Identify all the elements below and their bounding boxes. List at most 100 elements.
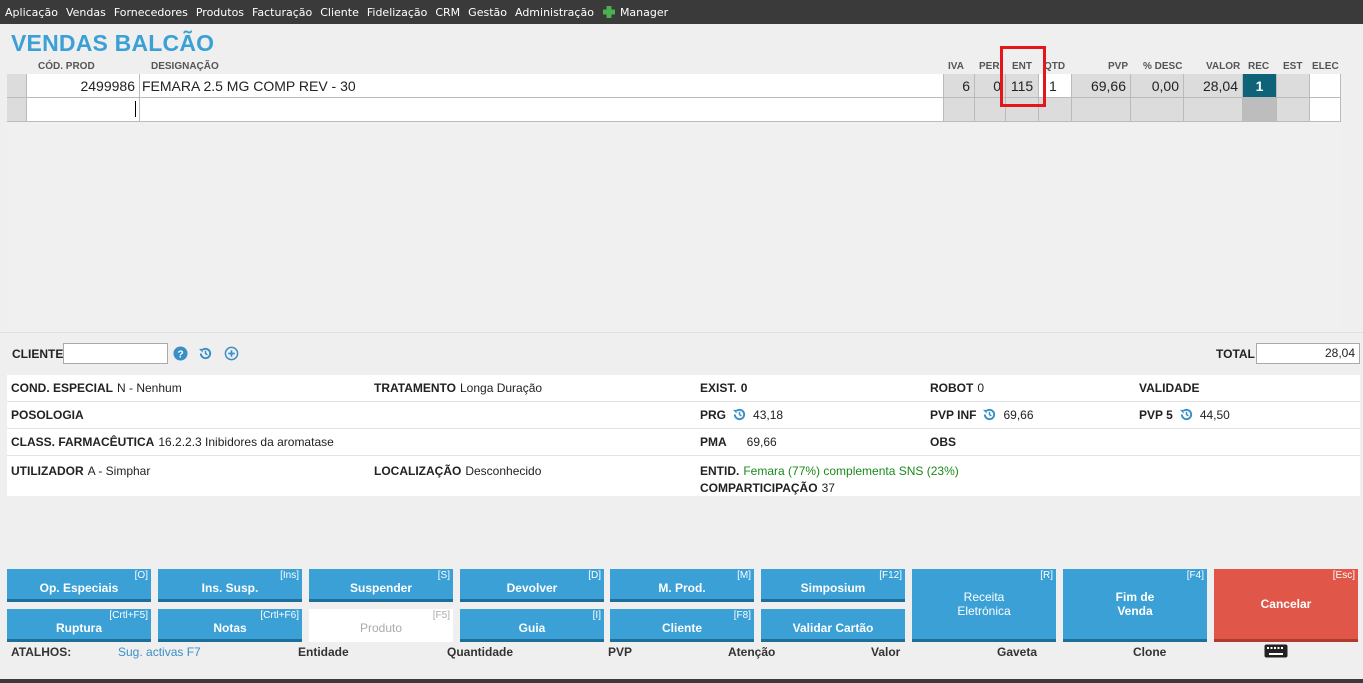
menu-fidelizacao[interactable]: Fidelização	[367, 6, 427, 19]
keyboard-icon[interactable]	[1264, 644, 1288, 658]
col-header-pvp: PVP	[1108, 61, 1129, 72]
shortcut-gaveta[interactable]: Gaveta	[997, 645, 1037, 659]
loc-value: Desconhecido	[465, 464, 542, 478]
validar-cartao-button[interactable]: Validar Cartão	[761, 609, 905, 642]
pma-label: PMA	[700, 435, 727, 449]
cell-designacao-empty[interactable]	[140, 98, 944, 122]
button-label: Simposium	[800, 581, 866, 595]
add-client-icon[interactable]	[224, 346, 239, 361]
divider	[7, 455, 1360, 456]
button-label: Guia	[518, 621, 546, 635]
devolver-button[interactable]: [D] Devolver	[460, 569, 604, 602]
button-label: Validar Cartão	[792, 621, 874, 635]
comparticipacao: COMPARTICIPAÇÃO 37	[700, 481, 835, 495]
button-label: Op. Especiais	[39, 581, 119, 595]
help-icon[interactable]: ?	[173, 346, 188, 361]
ruptura-button[interactable]: [Crtl+F5] Ruptura	[7, 609, 151, 642]
history-icon[interactable]	[732, 407, 747, 422]
menu-cliente[interactable]: Cliente	[320, 6, 359, 19]
pvp5: PVP 5 44,50	[1139, 407, 1230, 422]
shortcut-entidade[interactable]: Entidade	[298, 645, 349, 659]
cell-est	[1277, 74, 1310, 98]
client-label: CLIENTE	[12, 347, 64, 361]
cell-designacao[interactable]: FEMARA 2.5 MG COMP REV - 30	[140, 74, 944, 98]
cell-iva: 6	[944, 74, 975, 98]
shortcut-pvp[interactable]: PVP	[608, 645, 632, 659]
ins-susp-button[interactable]: [Ins] Ins. Susp.	[158, 569, 302, 602]
obs-label: OBS	[930, 435, 957, 449]
obs: OBS	[930, 435, 960, 449]
entid-label: ENTID.	[700, 464, 740, 478]
comp-label: COMPARTICIPAÇÃO	[700, 481, 818, 495]
robot-value: 0	[977, 381, 985, 395]
button-label: Eletrónica	[957, 604, 1011, 618]
divider	[7, 401, 1360, 402]
shortcut-key: [S]	[437, 570, 450, 581]
cliente-button[interactable]: [F8] Cliente	[610, 609, 754, 642]
menu-crm[interactable]: CRM	[435, 6, 460, 19]
history-icon[interactable]	[1179, 407, 1194, 422]
notas-button[interactable]: [Crtl+F6] Notas	[158, 609, 302, 642]
menu-administracao[interactable]: Administração	[515, 6, 594, 19]
pvp-inf-label: PVP INF	[930, 407, 977, 422]
shortcut-clone[interactable]: Clone	[1133, 645, 1166, 659]
button-label: Suspender	[349, 581, 412, 595]
shortcut-key: [D]	[588, 570, 601, 581]
bottom-bar	[0, 679, 1363, 683]
trat-label: TRATAMENTO	[374, 381, 456, 395]
page-title: VENDAS BALCÃO	[11, 30, 215, 56]
row-selector-empty[interactable]	[7, 98, 27, 122]
cell-empty	[1131, 98, 1184, 122]
shortcut-valor[interactable]: Valor	[871, 645, 900, 659]
total-label: TOTAL	[1216, 347, 1255, 361]
shortcut-key: [R]	[1040, 570, 1053, 581]
receita-eletronica-button[interactable]: [R] Receita Eletrónica	[912, 569, 1056, 642]
pma: PMA 69,66	[700, 435, 777, 449]
utilizador: UTILIZADOR A - Simphar	[11, 464, 150, 478]
col-header-cod: CÓD. PROD	[38, 61, 95, 72]
col-header-est: EST	[1283, 61, 1303, 72]
fim-de-venda-button[interactable]: [F4] Fim de Venda	[1063, 569, 1207, 642]
shortcut-key: [F5]	[432, 610, 450, 621]
button-label: Fim de	[1115, 590, 1155, 604]
menu-fornecedores[interactable]: Fornecedores	[114, 6, 188, 19]
client-input[interactable]	[63, 343, 168, 364]
shortcut-key: [F4]	[1186, 570, 1204, 581]
col-header-iva: IVA	[948, 61, 964, 72]
shortcut-quantidade[interactable]: Quantidade	[447, 645, 513, 659]
row-selector[interactable]	[7, 74, 27, 98]
shortcut-key: [I]	[592, 610, 601, 621]
comp-value: 37	[821, 481, 835, 495]
cancel-button[interactable]: [Esc] Cancelar	[1214, 569, 1358, 642]
cell-cod-prod[interactable]: 2499986	[27, 74, 140, 98]
produto-button: [F5] Produto	[309, 609, 453, 642]
localizacao: LOCALIZAÇÃO Desconhecido	[374, 464, 541, 478]
suspender-button[interactable]: [S] Suspender	[309, 569, 453, 602]
m-prod-button[interactable]: [M] M. Prod.	[610, 569, 754, 602]
menu-vendas[interactable]: Vendas	[66, 6, 106, 19]
menu-manager[interactable]: Manager	[620, 6, 668, 19]
cell-rec[interactable]: 1	[1243, 74, 1277, 98]
op-especiais-button[interactable]: [O] Op. Especiais	[7, 569, 151, 602]
shortcut-sug-activas[interactable]: Sug. activas F7	[118, 645, 201, 659]
cell-empty	[1072, 98, 1131, 122]
cond-especial: COND. ESPECIAL N - Nenhum	[11, 381, 182, 395]
pma-value: 69,66	[746, 435, 777, 449]
shortcut-atencao[interactable]: Atenção	[728, 645, 775, 659]
cell-desc[interactable]: 0,00	[1131, 74, 1184, 98]
button-label: Cancelar	[1260, 597, 1312, 611]
loc-label: LOCALIZAÇÃO	[374, 464, 462, 478]
shortcut-key: [O]	[134, 570, 148, 581]
menu-facturacao[interactable]: Facturação	[252, 6, 312, 19]
menu-aplicacao[interactable]: Aplicação	[5, 6, 58, 19]
menu-gestao[interactable]: Gestão	[468, 6, 507, 19]
pvp-inf-value: 69,66	[1003, 407, 1034, 422]
menu-produtos[interactable]: Produtos	[196, 6, 244, 19]
history-icon[interactable]	[198, 346, 213, 361]
guia-button[interactable]: [I] Guia	[460, 609, 604, 642]
simposium-button[interactable]: [F12] Simposium	[761, 569, 905, 602]
validade-label: VALIDADE	[1139, 381, 1200, 395]
divider	[0, 332, 1363, 333]
history-icon[interactable]	[982, 407, 997, 422]
cell-cod-prod-input[interactable]	[27, 98, 140, 122]
